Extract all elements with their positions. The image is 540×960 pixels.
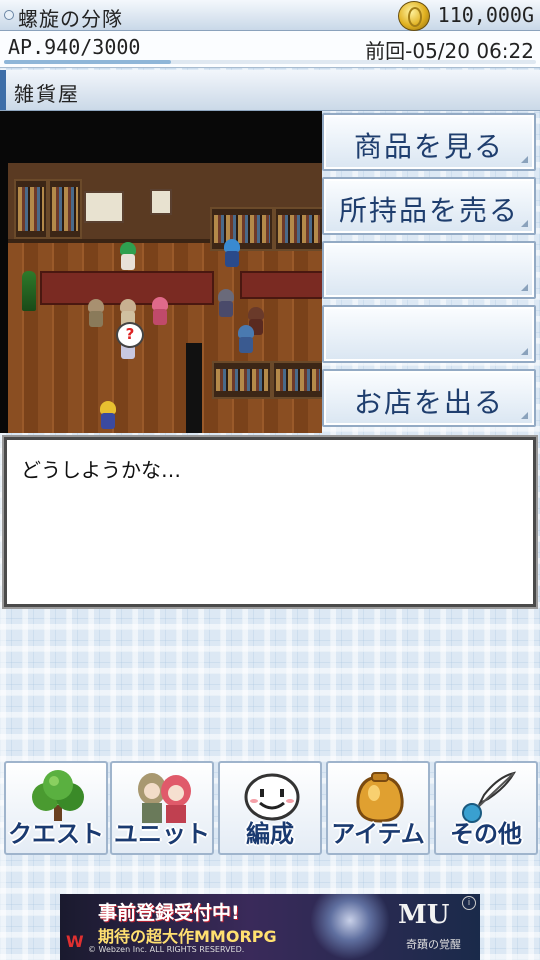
webzen-logo: W <box>66 932 84 951</box>
ad-subline: 期待の超大作MMORPG <box>98 927 277 946</box>
crate <box>272 361 322 399</box>
gold-amount: 110,000G <box>437 3 534 27</box>
nav-label: 編成 <box>246 820 294 848</box>
menu-label: お店を出る <box>353 386 504 419</box>
npc-sprite[interactable] <box>150 297 170 327</box>
corner-arrow-icon <box>521 348 528 355</box>
app-dot-icon <box>4 10 14 20</box>
ap-value: AP.940/3000 <box>8 35 141 59</box>
player-sprite[interactable] <box>98 401 118 431</box>
location-name: 雑貨屋 <box>14 82 80 106</box>
corner-arrow-icon <box>521 284 528 291</box>
corner-arrow-icon <box>521 412 528 419</box>
nav-quest-button[interactable]: クエスト <box>4 761 108 855</box>
ad-copyright: © Webzen Inc. ALL RIGHTS RESERVED. <box>88 945 245 954</box>
title-bar: 螺旋の分隊 110,000G <box>0 0 540 31</box>
ad-brand-sub: 奇蹟の覚醒 <box>406 938 461 951</box>
plant <box>22 271 36 311</box>
location-header: 雑貨屋 <box>0 70 540 111</box>
npc-sprite[interactable] <box>216 289 236 319</box>
doorway <box>186 343 202 433</box>
sell-items-button[interactable]: 所持品を売る <box>322 177 536 235</box>
ad-character-image <box>310 894 390 960</box>
leave-shop-button[interactable]: お店を出る <box>322 369 536 427</box>
notice-board <box>84 191 124 223</box>
view-goods-button[interactable]: 商品を見る <box>322 113 536 171</box>
dialog-message: どうしようかな… <box>21 458 181 482</box>
empty-menu-button[interactable] <box>322 305 536 363</box>
game-title: 螺旋の分隊 <box>18 7 123 31</box>
nav-label: クエスト <box>8 820 104 848</box>
ad-banner[interactable]: W 事前登録受付中! 期待の超大作MMORPG © Webzen Inc. AL… <box>60 894 480 960</box>
nav-formation-button[interactable]: 編成 <box>218 761 322 855</box>
shop-counter <box>240 271 322 299</box>
empty-menu-button[interactable] <box>322 241 536 299</box>
shelf <box>274 207 322 251</box>
ap-bar <box>4 60 536 64</box>
npc-sprite[interactable] <box>86 299 106 329</box>
nav-other-button[interactable]: その他 <box>434 761 538 855</box>
npc-sprite[interactable] <box>222 239 242 269</box>
shelf <box>48 179 82 239</box>
nav-label: その他 <box>450 820 522 848</box>
shelf <box>210 207 274 251</box>
nav-unit-button[interactable]: ユニット <box>110 761 214 855</box>
shelf <box>14 179 48 239</box>
gold-coin-icon <box>398 1 430 31</box>
ad-brand: MU <box>398 900 450 930</box>
nav-label: ユニット <box>114 820 210 848</box>
menu-label: 所持品を売る <box>338 194 519 227</box>
npc-sprite[interactable] <box>236 325 256 355</box>
shop-scene[interactable]: ? <box>0 111 322 433</box>
status-bar: AP.940/3000 前回-05/20 06:22 <box>0 31 540 68</box>
nav-item-button[interactable]: アイテム <box>326 761 430 855</box>
shopkeeper-sprite[interactable] <box>118 242 138 272</box>
corner-arrow-icon <box>521 220 528 227</box>
message-window[interactable]: どうしようかな… <box>4 437 536 607</box>
window <box>150 189 172 215</box>
corner-arrow-icon <box>521 156 528 163</box>
menu-label: 商品を見る <box>353 130 504 163</box>
question-bubble-icon: ? <box>116 322 144 348</box>
nav-label: アイテム <box>331 820 425 848</box>
crate <box>212 361 272 399</box>
ad-info-icon[interactable]: i <box>462 896 476 910</box>
ad-headline: 事前登録受付中! <box>98 902 240 924</box>
location-accent <box>0 70 6 110</box>
ap-bar-fill <box>4 60 171 64</box>
